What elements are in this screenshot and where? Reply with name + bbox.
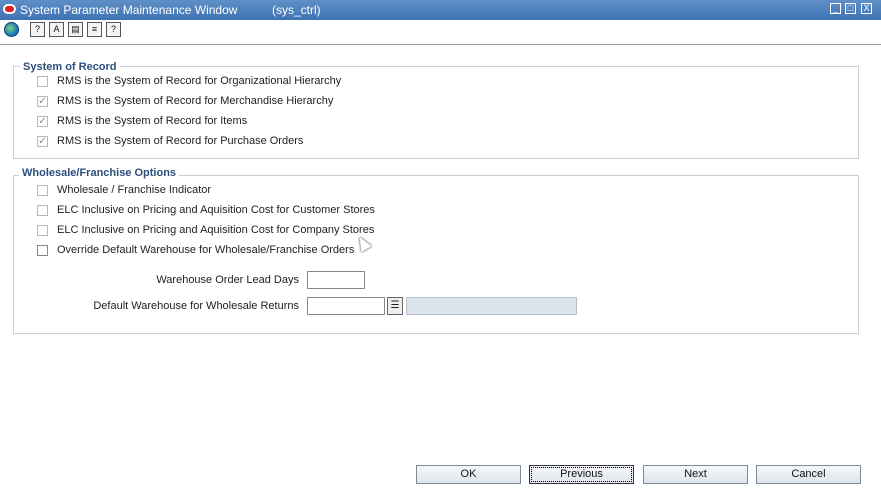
default-warehouse-label: Default Warehouse for Wholesale Returns — [93, 300, 299, 312]
purchase-orders-label: RMS is the System of Record for Purchase… — [57, 135, 304, 147]
previous-button[interactable]: Previous — [529, 465, 634, 484]
wholesale-indicator-label: Wholesale / Franchise Indicator — [57, 184, 212, 196]
maximize-icon[interactable]: □ — [845, 3, 856, 14]
list-of-values-icon[interactable]: ☰ — [387, 297, 403, 315]
close-icon[interactable]: X — [861, 3, 872, 14]
system-of-record-legend: System of Record — [20, 61, 120, 73]
lead-days-input[interactable] — [307, 271, 365, 289]
merch-hierarchy-checkbox[interactable]: ✓ — [37, 96, 48, 107]
minimize-icon[interactable]: _ — [830, 3, 841, 14]
default-warehouse-input[interactable] — [307, 297, 385, 315]
ok-button[interactable]: OK — [416, 465, 521, 484]
wholesale-franchise-legend: Wholesale/Franchise Options — [19, 167, 180, 179]
override-warehouse-label: Override Default Warehouse for Wholesale… — [57, 244, 355, 256]
org-hierarchy-label: RMS is the System of Record for Organiza… — [57, 75, 342, 87]
globe-icon[interactable] — [4, 22, 19, 37]
title-bar: System Parameter Maintenance Window (sys… — [0, 0, 881, 20]
oracle-logo-icon — [3, 4, 16, 14]
lead-days-label: Warehouse Order Lead Days — [156, 274, 299, 286]
elc-customer-label: ELC Inclusive on Pricing and Aquisition … — [57, 204, 375, 216]
merch-hierarchy-label: RMS is the System of Record for Merchand… — [57, 95, 334, 107]
window-title: System Parameter Maintenance Window — [20, 3, 238, 17]
notes-icon[interactable]: ▤ — [68, 22, 83, 37]
override-warehouse-checkbox[interactable] — [37, 245, 48, 256]
elc-customer-checkbox[interactable] — [37, 205, 48, 216]
org-hierarchy-checkbox[interactable] — [37, 76, 48, 87]
toolbar: ? A ▤ ≡ ? — [0, 20, 881, 42]
window-subtitle: (sys_ctrl) — [272, 3, 321, 17]
items-checkbox[interactable]: ✓ — [37, 116, 48, 127]
wholesale-indicator-checkbox[interactable] — [37, 185, 48, 196]
items-label: RMS is the System of Record for Items — [57, 115, 248, 127]
help-circle-icon[interactable]: ? — [30, 22, 45, 37]
help-icon[interactable]: ? — [106, 22, 121, 37]
find-icon[interactable]: A — [49, 22, 64, 37]
next-button[interactable]: Next — [643, 465, 748, 484]
elc-company-checkbox[interactable] — [37, 225, 48, 236]
cancel-button[interactable]: Cancel — [756, 465, 861, 484]
print-icon[interactable]: ≡ — [87, 22, 102, 37]
purchase-orders-checkbox[interactable]: ✓ — [37, 136, 48, 147]
default-warehouse-description — [406, 297, 577, 315]
elc-company-label: ELC Inclusive on Pricing and Aquisition … — [57, 224, 375, 236]
toolbar-separator — [0, 44, 881, 45]
